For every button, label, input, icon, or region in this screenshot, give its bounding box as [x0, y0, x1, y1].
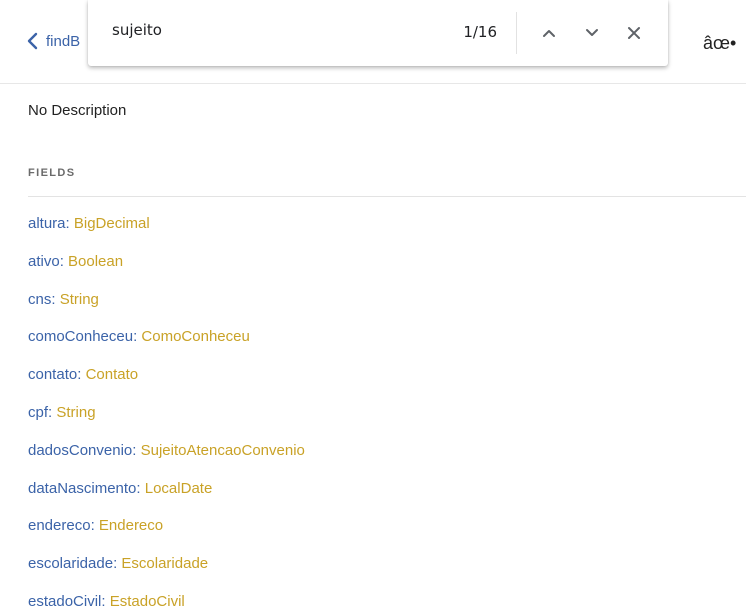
field-type-link[interactable]: Contato — [86, 366, 139, 383]
chevron-left-icon — [27, 32, 38, 50]
find-input[interactable] — [112, 21, 432, 39]
field-type-link[interactable]: Escolaridade — [121, 555, 208, 572]
field-name: dataNascimento — [28, 479, 137, 497]
field-row: ativo: Boolean — [28, 253, 305, 291]
field-separator: : — [65, 215, 74, 232]
field-name: contato — [28, 366, 78, 384]
field-name: dadosConvenio — [28, 441, 133, 459]
field-row: altura: BigDecimal — [28, 215, 305, 253]
find-divider — [516, 12, 517, 54]
field-name: altura — [28, 215, 66, 232]
field-separator: : — [90, 517, 99, 535]
field-row: cns: String — [28, 291, 305, 329]
close-icon — [628, 27, 640, 39]
field-name: cns — [28, 290, 52, 308]
field-name: estadoCivil — [28, 592, 102, 610]
find-bar: 1/16 — [88, 0, 668, 66]
field-type-link[interactable]: String — [60, 291, 99, 308]
field-type-link[interactable]: Endereco — [99, 517, 163, 534]
back-link[interactable]: findB — [26, 32, 80, 50]
field-name: endereco — [28, 517, 91, 535]
close-glyph[interactable]: âœ• — [703, 33, 736, 54]
field-row: dataNascimento: LocalDate — [28, 480, 305, 518]
fields-section-title: FIELDS — [28, 167, 76, 179]
field-separator: : — [132, 441, 141, 459]
field-separator: : — [59, 252, 69, 270]
chevron-up-icon — [543, 30, 555, 37]
field-row: endereco: Endereco — [28, 517, 305, 555]
field-row: contato: Contato — [28, 366, 305, 404]
field-type-link[interactable]: BigDecimal — [74, 215, 150, 232]
field-separator: : — [136, 479, 145, 497]
type-description: No Description — [28, 102, 127, 119]
field-separator: : — [101, 592, 110, 610]
field-type-link[interactable]: SujeitoAtencaoConvenio — [141, 442, 305, 459]
field-row: escolaridade: Escolaridade — [28, 555, 305, 593]
find-next-button[interactable] — [578, 19, 606, 47]
back-link-label: findB — [46, 32, 81, 50]
field-type-link[interactable]: EstadoCivil — [110, 593, 185, 610]
field-type-link[interactable]: ComoConheceu — [141, 328, 249, 345]
find-close-button[interactable] — [620, 19, 648, 47]
find-match-count: 1/16 — [463, 23, 497, 41]
field-name: comoConheceu — [28, 328, 134, 346]
find-previous-button[interactable] — [535, 19, 563, 47]
field-name: cpf — [28, 403, 49, 421]
field-row: estadoCivil: EstadoCivil — [28, 593, 305, 611]
field-type-link[interactable]: LocalDate — [145, 480, 213, 497]
field-row: dadosConvenio: SujeitoAtencaoConvenio — [28, 442, 305, 480]
field-type-link[interactable]: Boolean — [68, 253, 123, 270]
chevron-down-icon — [586, 29, 598, 36]
field-row: comoConheceu: ComoConheceu — [28, 328, 305, 366]
page: findB âœ• No Description FIELDS altura: … — [0, 0, 746, 611]
field-separator: : — [51, 290, 60, 308]
field-row: cpf: String — [28, 404, 305, 442]
field-name: ativo — [28, 252, 60, 270]
field-separator: : — [77, 366, 86, 384]
field-name: escolaridade — [28, 555, 114, 573]
fields-list: altura: BigDecimal ativo: Boolean cns: Str… — [28, 215, 305, 611]
section-divider — [28, 196, 746, 197]
field-type-link[interactable]: String — [56, 404, 95, 421]
